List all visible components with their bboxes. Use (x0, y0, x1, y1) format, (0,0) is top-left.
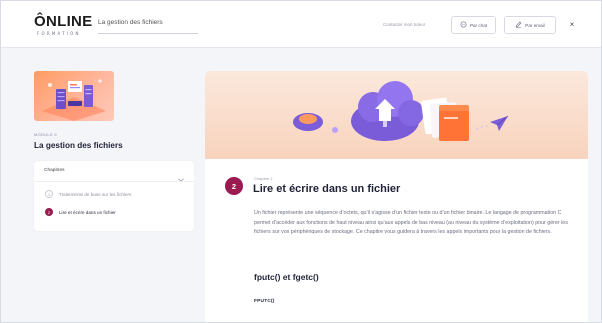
close-button[interactable]: × (566, 18, 578, 30)
chapter-number-badge: 2 (225, 177, 243, 195)
chat-button-label: Par chat (469, 22, 488, 28)
chapter-title: Lire et écrire dans un fichier (253, 183, 401, 195)
chapter-intro-paragraph: Un fichier représente une séquence d’oct… (254, 210, 568, 235)
module-illustration (34, 71, 114, 121)
chapter-number-badge: 2 (45, 208, 53, 216)
logo-text: ÔNLINE (34, 13, 93, 30)
logo-subtext: FORMATION (37, 31, 81, 36)
pencil-icon (515, 21, 522, 29)
chapter-item-label: Traitements de base sur les fichiers (59, 191, 132, 197)
chapter-hero-illustration (205, 71, 588, 159)
chapter-item-label: Lire et écrire dans un fichier (59, 209, 116, 215)
divider (34, 181, 194, 182)
chapter-item-1[interactable]: 1 Traitements de base sur les fichiers (45, 189, 131, 199)
brand-logo[interactable]: ÔNLINE FORMATION (34, 13, 92, 39)
chat-icon (460, 21, 467, 29)
chapters-panel: Chapitres 1 Traitements de base sur les … (34, 161, 194, 231)
chapter-label: Chapitre 2 (254, 176, 273, 181)
chevron-down-icon[interactable] (178, 169, 184, 182)
subsection-heading: FPUTC() (254, 299, 275, 304)
contact-tutor-label: Contacter mon tuteur (383, 22, 426, 27)
section-heading: fputc() et fgetc() (254, 272, 319, 282)
chapter-content: 2 Chapitre 2 Lire et écrire dans un fich… (205, 71, 588, 322)
course-title: La gestion des fichiers (98, 15, 198, 34)
email-button[interactable]: Par email (504, 16, 556, 34)
chapter-number-badge: 1 (45, 190, 53, 198)
module-title: La gestion des fichiers (34, 141, 123, 150)
chapter-item-2[interactable]: 2 Lire et écrire dans un fichier (45, 207, 116, 217)
app-window: ÔNLINE FORMATION La gestion des fichiers… (0, 0, 602, 323)
chat-button[interactable]: Par chat (451, 16, 496, 34)
email-button-label: Par email (525, 22, 545, 28)
chapters-heading[interactable]: Chapitres (44, 168, 65, 173)
module-label: MODULE 5 (34, 132, 57, 137)
close-icon: × (569, 19, 575, 29)
top-bar: ÔNLINE FORMATION La gestion des fichiers… (1, 1, 601, 48)
